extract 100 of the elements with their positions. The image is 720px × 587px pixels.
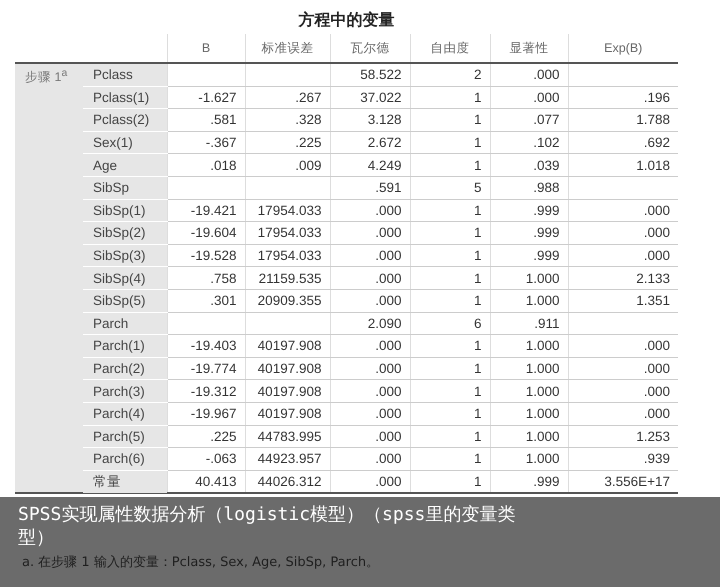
- table-cell: 5: [410, 176, 490, 200]
- table-cell: -.063: [167, 448, 245, 470]
- table-cell: 3.128: [330, 108, 410, 132]
- table-cell: 1: [410, 425, 490, 448]
- row-label: SibSp(2): [83, 222, 167, 244]
- table-cell: .000: [330, 334, 410, 358]
- table-cell: 40197.908: [245, 357, 330, 380]
- table-cell: 40197.908: [245, 380, 330, 402]
- table-cell: .000: [330, 199, 410, 222]
- table-cell: .000: [330, 266, 410, 290]
- row-label: Sex(1): [83, 131, 167, 154]
- table-cell: 17954.033: [245, 222, 330, 244]
- table-cell: .039: [490, 154, 568, 176]
- table-cell: -19.403: [167, 334, 245, 358]
- table-cell: 1.000: [490, 425, 568, 448]
- table-cell: .000: [330, 357, 410, 380]
- table-cell: 37.022: [330, 86, 410, 109]
- table-cell: .000: [330, 448, 410, 470]
- table-cell: 1: [410, 402, 490, 425]
- column-header: 显著性: [490, 34, 568, 63]
- table-cell: 1.000: [490, 380, 568, 402]
- row-label: Parch(4): [83, 402, 167, 425]
- table-cell: 2.090: [330, 312, 410, 335]
- table-cell: .000: [330, 425, 410, 448]
- table-cell: 1.253: [568, 425, 678, 448]
- table-cell: 1: [410, 86, 490, 109]
- table-cell: 1.000: [490, 402, 568, 425]
- column-header: 瓦尔德: [330, 34, 410, 63]
- table-cell: 4.249: [330, 154, 410, 176]
- table-cell: .009: [245, 154, 330, 176]
- table-cell: 1.018: [568, 154, 678, 176]
- table-cell: -19.967: [167, 402, 245, 425]
- table-cell: 1: [410, 357, 490, 380]
- row-label: Parch(3): [83, 380, 167, 402]
- row-label: Parch(2): [83, 357, 167, 380]
- table-cell: 2: [410, 63, 490, 86]
- table-cell: 2.133: [568, 266, 678, 290]
- table-cell: 3.556E+17: [568, 470, 678, 494]
- table-cell: 40.413: [167, 470, 245, 494]
- table-cell: 1.000: [490, 266, 568, 290]
- table-cell: .000: [568, 357, 678, 380]
- table-cell: .999: [490, 199, 568, 222]
- table-cell: 1: [410, 448, 490, 470]
- table-cell: .911: [490, 312, 568, 335]
- column-header: B: [167, 34, 245, 63]
- table-cell: .000: [330, 244, 410, 267]
- table-cell: .581: [167, 108, 245, 132]
- table-cell: .000: [568, 334, 678, 358]
- step-label: 步骤 1$^{a}$: [15, 63, 83, 494]
- table-cell: 40197.908: [245, 402, 330, 425]
- table-cell: -19.528: [167, 244, 245, 267]
- row-label: Parch: [83, 312, 167, 335]
- table-cell: 1.000: [490, 357, 568, 380]
- table-cell: 58.522: [330, 63, 410, 86]
- table-cell: .000: [568, 199, 678, 222]
- footnote: a. 在步骤 1 输入的变量：Pclass, Sex, Age, SibSp, Parch。: [21, 554, 380, 572]
- table-cell: 1: [410, 289, 490, 312]
- table-cell: .077: [490, 108, 568, 132]
- table-cell: .000: [568, 222, 678, 244]
- table-cell: .196: [568, 86, 678, 109]
- table-cell: 44923.957: [245, 448, 330, 470]
- table-cell: .999: [490, 222, 568, 244]
- row-label: Parch(5): [83, 425, 167, 448]
- row-label: SibSp(1): [83, 199, 167, 222]
- table-cell: .758: [167, 266, 245, 290]
- table-cell: .267: [245, 86, 330, 109]
- table-cell: -.367: [167, 131, 245, 154]
- table-cell: -19.774: [167, 357, 245, 380]
- table-cell: 1.000: [490, 448, 568, 470]
- row-label: Parch(1): [83, 334, 167, 358]
- table-cell: 1: [410, 334, 490, 358]
- table-cell: 17954.033: [245, 244, 330, 267]
- table-cell: .225: [167, 425, 245, 448]
- table-cell: 1: [410, 131, 490, 154]
- table-cell: 1.351: [568, 289, 678, 312]
- table-cell: .999: [490, 470, 568, 494]
- table-cell: -19.312: [167, 380, 245, 402]
- table-cell: .225: [245, 131, 330, 154]
- table-cell: .000: [490, 63, 568, 86]
- row-label: Pclass: [83, 63, 167, 86]
- row-label: SibSp(5): [83, 289, 167, 312]
- column-header: 自由度: [410, 34, 490, 63]
- table-cell: 1: [410, 199, 490, 222]
- column-header: Exp(B): [568, 34, 678, 63]
- row-label: 常量: [83, 470, 167, 494]
- table-cell: .000: [568, 244, 678, 267]
- table-cell: 20909.355: [245, 289, 330, 312]
- table-cell: 1: [410, 470, 490, 494]
- column-header: 标准误差: [245, 34, 330, 63]
- table-cell: .591: [330, 176, 410, 200]
- table-cell: 44783.995: [245, 425, 330, 448]
- caption-text: SPSS实现属性数据分析（logistic模型）（spss里的变量类型）: [18, 503, 516, 550]
- table-cell: 21159.535: [245, 266, 330, 290]
- table-cell: .692: [568, 131, 678, 154]
- table-cell: .000: [330, 289, 410, 312]
- row-label: Pclass(2): [83, 108, 167, 132]
- table-cell: 1.000: [490, 334, 568, 358]
- table-cell: .328: [245, 108, 330, 132]
- row-label: SibSp(3): [83, 244, 167, 267]
- table-cell: 1: [410, 108, 490, 132]
